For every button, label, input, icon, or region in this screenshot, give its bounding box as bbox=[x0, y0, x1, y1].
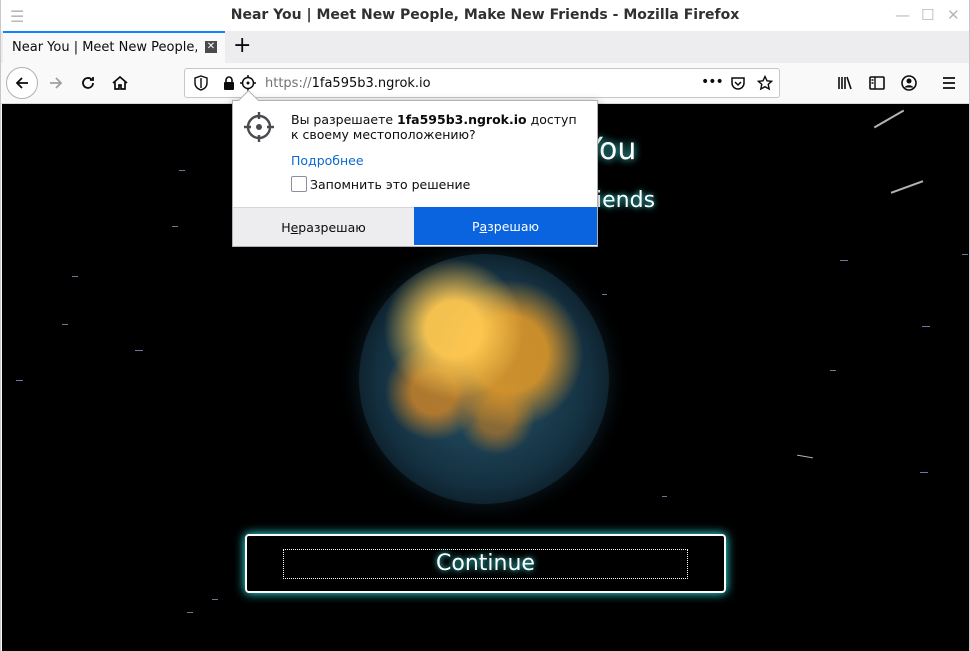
star-streak bbox=[920, 472, 928, 473]
star-streak bbox=[62, 324, 68, 325]
allow-button[interactable]: Ра зрешаю bbox=[414, 207, 597, 245]
app-menu-button[interactable] bbox=[934, 68, 964, 98]
account-button[interactable] bbox=[894, 68, 924, 98]
star-streak bbox=[179, 170, 185, 171]
close-icon[interactable]: ✕ bbox=[205, 41, 217, 53]
star-streak bbox=[16, 380, 23, 381]
tab-near-you[interactable]: Near You | Meet New People, M ✕ bbox=[3, 31, 225, 63]
remember-decision[interactable]: Запомнить это решение bbox=[291, 176, 470, 192]
menu-icon bbox=[943, 77, 955, 89]
location-permission-popup: Вы разрешаете 1fa595b3.ngrok.io доступ к… bbox=[232, 100, 598, 247]
star-streak bbox=[212, 599, 218, 600]
star-streak bbox=[135, 350, 143, 351]
sidebar-button[interactable] bbox=[862, 68, 892, 98]
star-streak bbox=[172, 226, 178, 227]
tab-title: Near You | Meet New People, M bbox=[12, 40, 197, 55]
star-streak bbox=[187, 612, 193, 613]
home-icon bbox=[112, 75, 128, 90]
bookmark-star-icon[interactable] bbox=[757, 75, 773, 91]
home-button[interactable] bbox=[105, 68, 135, 98]
star-streak bbox=[840, 260, 848, 261]
location-icon bbox=[244, 112, 274, 142]
star-streak bbox=[662, 496, 667, 497]
star-streak bbox=[922, 326, 930, 327]
star-streak bbox=[830, 370, 836, 371]
continue-label: Continue bbox=[283, 548, 688, 579]
maximize-icon[interactable]: ☐ bbox=[921, 6, 934, 24]
sidebar-icon bbox=[869, 76, 885, 90]
title-bar: ☰ Near You | Meet New People, Make New F… bbox=[1, 0, 969, 32]
reload-button[interactable] bbox=[73, 68, 103, 98]
back-icon bbox=[15, 77, 28, 89]
window-title: Near You | Meet New People, Make New Fri… bbox=[230, 7, 740, 23]
new-tab-button[interactable]: + bbox=[233, 34, 251, 58]
navigation-bar: https://1fa595b3.ngrok.io ••• bbox=[1, 63, 969, 104]
star-streak bbox=[873, 109, 905, 129]
minimize-icon[interactable]: — bbox=[895, 6, 910, 24]
continue-button[interactable]: Continue bbox=[245, 534, 726, 593]
tracking-shield-icon[interactable] bbox=[193, 75, 209, 91]
tab-strip: Near You | Meet New People, M ✕ + bbox=[1, 31, 969, 64]
permission-message: Вы разрешаете 1fa595b3.ngrok.io доступ к… bbox=[291, 112, 577, 142]
star-streak bbox=[602, 294, 607, 295]
earth-globe bbox=[359, 254, 609, 504]
browser-window: ☰ Near You | Meet New People, Make New F… bbox=[0, 0, 970, 651]
close-window-icon[interactable]: ✕ bbox=[947, 6, 960, 24]
forward-button[interactable] bbox=[41, 68, 71, 98]
lock-icon[interactable] bbox=[221, 75, 237, 91]
reload-icon bbox=[82, 77, 94, 89]
remember-label: Запомнить это решение bbox=[310, 176, 471, 192]
account-icon bbox=[901, 75, 917, 91]
star-streak bbox=[797, 454, 813, 459]
url-text[interactable]: https://1fa595b3.ngrok.io bbox=[265, 76, 431, 91]
remember-checkbox[interactable] bbox=[291, 176, 307, 192]
back-button[interactable] bbox=[6, 67, 38, 99]
learn-more-link[interactable]: Подробнее bbox=[291, 153, 364, 168]
library-icon bbox=[838, 76, 852, 90]
star-streak bbox=[72, 276, 78, 277]
pocket-icon[interactable] bbox=[730, 75, 746, 91]
star-streak bbox=[962, 254, 968, 255]
deny-button[interactable]: Не разрешаю bbox=[233, 207, 414, 246]
url-bar[interactable]: https://1fa595b3.ngrok.io ••• bbox=[184, 68, 780, 98]
page-actions-icon[interactable]: ••• bbox=[701, 74, 724, 90]
library-button[interactable] bbox=[830, 68, 860, 98]
forward-icon bbox=[50, 77, 63, 89]
